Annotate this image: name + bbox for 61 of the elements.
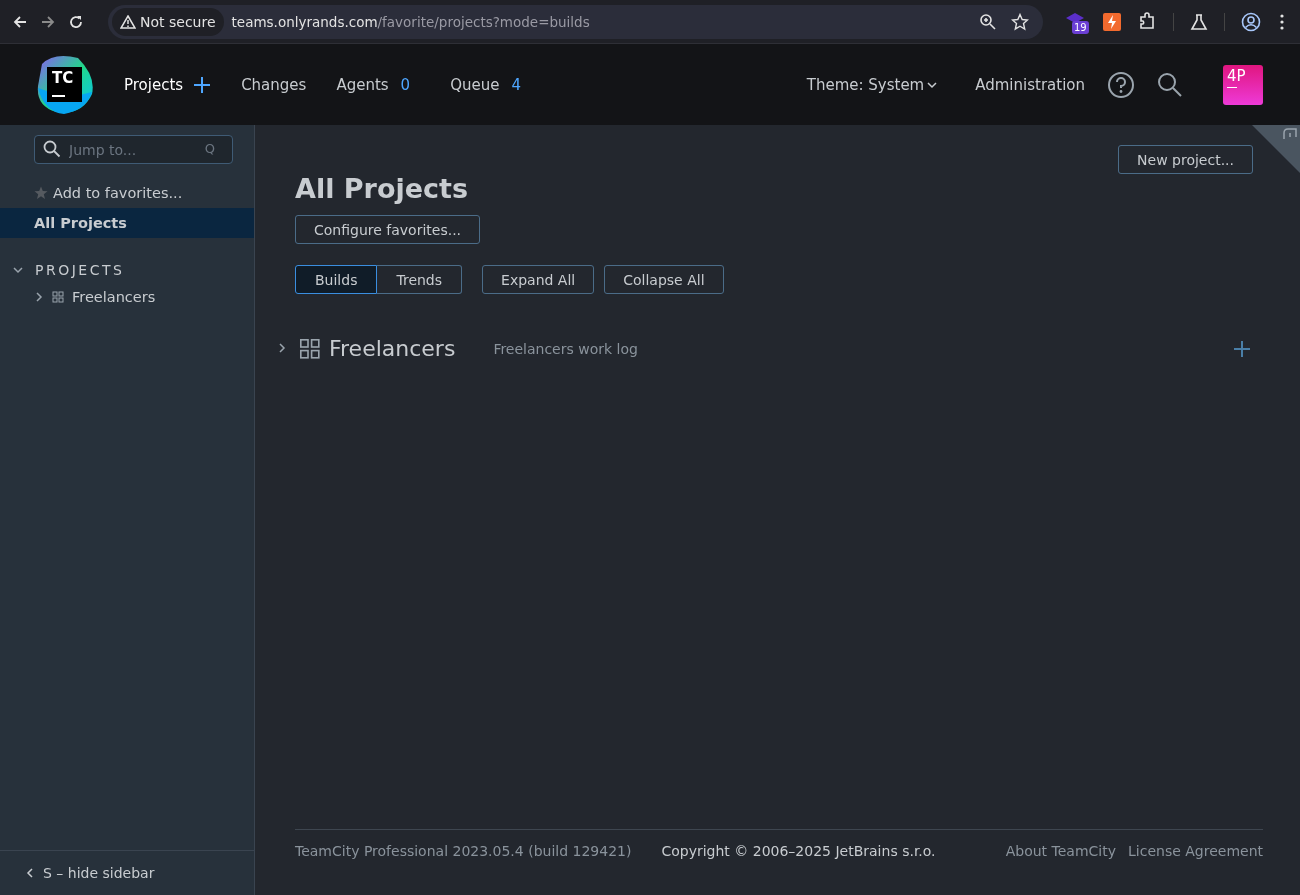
user-avatar[interactable]: 4P xyxy=(1223,64,1263,105)
logo-text: TC xyxy=(52,69,75,86)
add-icon[interactable] xyxy=(1234,340,1250,357)
counter: 4 xyxy=(511,75,521,94)
chevron-right-icon[interactable] xyxy=(34,292,44,302)
add-icon[interactable] xyxy=(193,75,212,94)
shortcut-key: Q xyxy=(204,141,215,156)
nav-link[interactable]: Administration xyxy=(975,75,1085,94)
tree-item[interactable]: Freelancers xyxy=(0,284,254,310)
menu-icon[interactable] xyxy=(1279,12,1285,31)
copyright-text: Copyright © 2006–2025 JetBrains s.r.o. xyxy=(661,843,936,859)
sidebar-item[interactable]: All Projects xyxy=(0,208,254,238)
search-icon[interactable] xyxy=(1157,71,1183,98)
version-text: TeamCity Professional 2023.05.4 (build 129421) xyxy=(295,843,632,859)
zoom-icon[interactable] xyxy=(979,12,997,31)
theme-dropdown[interactable]: Theme: System xyxy=(806,75,938,94)
footer-link[interactable]: About TeamCity xyxy=(1005,843,1116,859)
grid-icon xyxy=(299,337,321,360)
puzzle-icon[interactable] xyxy=(1137,11,1157,32)
bolt-icon[interactable] xyxy=(1103,12,1121,31)
project-description: Freelancers work log xyxy=(493,340,638,357)
profile-icon[interactable] xyxy=(1241,11,1261,32)
star-icon xyxy=(34,186,48,200)
footer-link[interactable]: License Agreement xyxy=(1128,843,1263,859)
star-icon[interactable] xyxy=(1011,12,1029,31)
badge-count: 19 xyxy=(1072,20,1089,34)
corner-badge-drawing[interactable] xyxy=(1252,125,1300,173)
nav-link[interactable]: Projects xyxy=(124,75,184,94)
project-name[interactable]: Freelancers xyxy=(329,336,456,361)
nav-link[interactable]: Queue xyxy=(450,75,500,94)
nav-link[interactable]: Changes xyxy=(241,75,307,94)
mode-tab[interactable]: Builds xyxy=(295,265,378,294)
mode-tab[interactable]: Trends xyxy=(377,265,463,294)
grid-icon xyxy=(52,291,64,303)
back-icon[interactable] xyxy=(12,13,28,30)
search-icon xyxy=(43,140,61,158)
caret-icon xyxy=(927,79,938,90)
action-button[interactable]: Collapse All xyxy=(604,265,724,294)
counter: 0 xyxy=(400,75,411,94)
action-button[interactable]: Expand All xyxy=(482,265,595,294)
section-header[interactable]: PROJECTS xyxy=(0,256,254,284)
configure-favorites-button[interactable]: Configure favorites... xyxy=(295,215,481,244)
forward-icon[interactable] xyxy=(40,13,56,30)
chevron-right-icon[interactable] xyxy=(277,342,287,355)
help-icon[interactable] xyxy=(1107,70,1135,99)
logo[interactable]: TC xyxy=(34,53,96,116)
hide-sidebar-link[interactable]: S – hide sidebar xyxy=(0,850,254,895)
underscore-mark xyxy=(52,94,65,97)
security-label: Not secure xyxy=(140,13,216,30)
page-title: All Projects xyxy=(295,173,468,204)
reload-icon[interactable] xyxy=(68,13,84,30)
nav-link[interactable]: Agents xyxy=(336,75,389,94)
warning-icon xyxy=(120,14,136,29)
security-chip[interactable]: Not secure xyxy=(112,7,224,36)
extension-icon[interactable]: 19 xyxy=(1065,9,1087,34)
url-text: teams.onlyrands.com/favorite/projects?mode=builds xyxy=(231,13,590,30)
flask-icon[interactable] xyxy=(1190,12,1208,31)
address-bar[interactable]: Not secure teams.onlyrands.com/favorite/projects?mode=builds xyxy=(108,4,1043,39)
new-project-button[interactable]: New project... xyxy=(1118,145,1253,174)
chevron-left-icon xyxy=(25,868,35,878)
add-to-favorites-link[interactable]: Add to favorites... xyxy=(0,180,254,206)
